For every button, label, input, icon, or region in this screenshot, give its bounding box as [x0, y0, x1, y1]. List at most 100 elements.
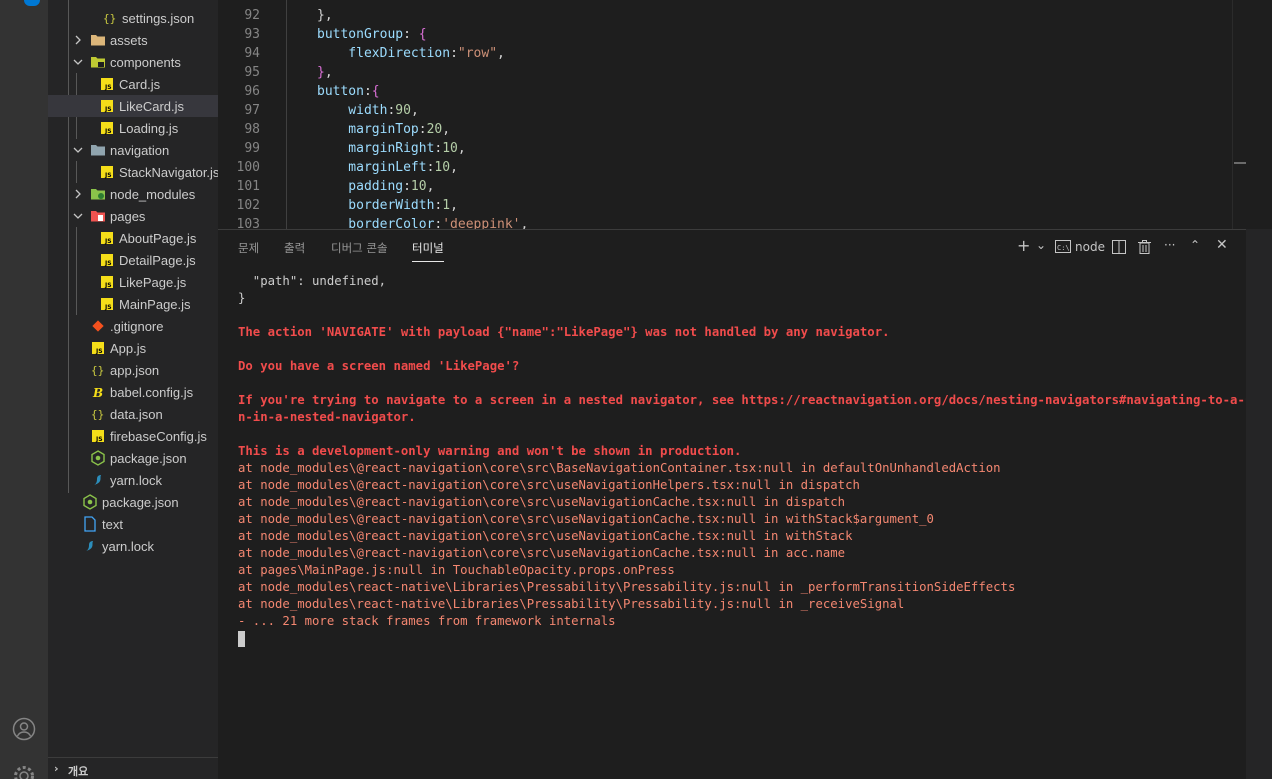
code-text: marginLeft:10, [317, 160, 458, 175]
sidebar-item[interactable]: JS StackNavigator.js [48, 161, 218, 183]
maximize-panel-chevron-up-icon[interactable]: ⌃ [1190, 238, 1200, 254]
code-text: padding:10, [317, 179, 435, 194]
sidebar-item[interactable]: yarn.lock [48, 469, 218, 491]
stack-frame-line: at node_modules\@react-navigation\core\s… [238, 546, 846, 560]
sidebar-item[interactable]: {} settings.json [48, 7, 218, 29]
js-file-icon: JS [99, 164, 115, 180]
stack-frame-line: at node_modules\react-native\Libraries\P… [238, 597, 905, 611]
chevron-down-icon[interactable] [70, 208, 86, 224]
new-terminal-plus-icon[interactable]: + [1017, 236, 1030, 255]
sidebar-item[interactable]: yarn.lock [48, 535, 218, 557]
sidebar-item-label: LikeCard.js [119, 99, 185, 114]
code-line[interactable]: 99 marginRight:10, [218, 139, 1272, 158]
outline-label: 개요 [68, 765, 89, 778]
sidebar-item[interactable]: assets [48, 29, 218, 51]
sidebar-item[interactable]: JS App.js [48, 337, 218, 359]
code-line[interactable]: 97 width:90, [218, 101, 1272, 120]
sidebar-item[interactable]: pages [48, 205, 218, 227]
chevron-right-icon[interactable] [70, 186, 86, 202]
sidebar-item[interactable]: text [48, 513, 218, 535]
yarn-icon [90, 472, 106, 488]
sidebar-item[interactable]: {} data.json [48, 403, 218, 425]
sidebar-item-label: node_modules [110, 187, 196, 202]
sidebar-item-label: MainPage.js [119, 297, 191, 312]
svg-text:JS: JS [104, 260, 112, 267]
code-line[interactable]: 100 marginLeft:10, [218, 158, 1272, 177]
svg-text:{}: {} [91, 408, 104, 421]
svg-text:{}: {} [103, 12, 116, 25]
code-line[interactable]: 92}, [218, 6, 1272, 25]
sidebar-item[interactable]: components [48, 51, 218, 73]
line-number: 98 [244, 122, 260, 137]
chevron-right-icon[interactable] [70, 32, 86, 48]
sidebar-item[interactable]: navigation [48, 139, 218, 161]
code-line[interactable]: 94 flexDirection:"row", [218, 44, 1272, 63]
line-number: 92 [244, 8, 260, 23]
sidebar-item-label: navigation [110, 143, 170, 158]
terminal-line: "path": undefined, [238, 274, 387, 288]
code-text: marginTop:20, [317, 122, 451, 137]
node-package-icon [82, 494, 98, 510]
terminal-line: } [238, 291, 246, 305]
tab-debug-console[interactable]: 디버그 콘솔 [331, 240, 388, 262]
svg-text:C:\: C:\ [1057, 244, 1070, 252]
folder-icon [90, 32, 106, 48]
code-text: button:{ [317, 84, 380, 99]
stack-frame-line: at node_modules\@react-navigation\core\s… [238, 461, 1001, 475]
js-file-icon: JS [99, 296, 115, 312]
sidebar-item[interactable]: JS DetailPage.js [48, 249, 218, 271]
js-file-icon: JS [99, 252, 115, 268]
js-file-icon: JS [99, 98, 115, 114]
code-line[interactable]: 103 borderColor:'deeppink', [218, 215, 1272, 229]
sidebar-item-label: pages [110, 209, 146, 224]
sidebar-item-label: LikePage.js [119, 275, 187, 290]
tab-problems[interactable]: 문제 [238, 240, 259, 262]
sidebar-item-label: .gitignore [110, 319, 164, 334]
outline-section[interactable]: › 개요 [48, 757, 218, 779]
stack-frame-line: at node_modules\@react-navigation\core\s… [238, 478, 860, 492]
code-line[interactable]: 101 padding:10, [218, 177, 1272, 196]
sidebar-item[interactable]: JS Card.js [48, 73, 218, 95]
code-line[interactable]: 93 buttonGroup: { [218, 25, 1272, 44]
sidebar-item[interactable]: JS Loading.js [48, 117, 218, 139]
sidebar-item[interactable]: JS LikeCard.js [48, 95, 218, 117]
folder-components-icon [90, 54, 106, 70]
terminal-line: The action 'NAVIGATE' with payload {"nam… [238, 325, 890, 339]
sidebar-item[interactable]: JS firebaseConfig.js [48, 425, 218, 447]
line-number: 99 [244, 141, 260, 156]
explorer-sidebar: › 개요 {} settings.json assets components JS Ca… [48, 0, 218, 779]
code-text: marginRight:10, [317, 141, 466, 156]
sidebar-item[interactable]: Bbabel.config.js [48, 381, 218, 403]
sidebar-item[interactable]: package.json [48, 447, 218, 469]
code-line[interactable]: 95}, [218, 63, 1272, 82]
sidebar-item[interactable]: package.json [48, 491, 218, 513]
js-file-icon: JS [99, 76, 115, 92]
code-line[interactable]: 102 borderWidth:1, [218, 196, 1272, 215]
sidebar-item[interactable]: {} app.json [48, 359, 218, 381]
chevron-down-icon[interactable]: ⌄ [1036, 238, 1046, 254]
split-terminal-icon[interactable] [1112, 240, 1126, 256]
manage-gear-icon[interactable] [12, 764, 36, 779]
code-line[interactable]: 96 button:{ [218, 82, 1272, 101]
sidebar-item[interactable]: JS MainPage.js [48, 293, 218, 315]
sidebar-item[interactable]: JS AboutPage.js [48, 227, 218, 249]
sidebar-item[interactable]: node_modules [48, 183, 218, 205]
code-editor[interactable]: 92}, 93 buttonGroup: {94 flexDirection:"ro… [218, 0, 1272, 229]
tab-terminal[interactable]: 터미널 [412, 240, 444, 262]
svg-text:JS: JS [95, 348, 103, 355]
sidebar-item[interactable]: .gitignore [48, 315, 218, 337]
more-actions-icon[interactable]: ··· [1164, 238, 1175, 254]
sidebar-item-label: assets [110, 33, 148, 48]
sidebar-item[interactable]: JS LikePage.js [48, 271, 218, 293]
terminal-name[interactable]: node [1075, 240, 1105, 256]
trash-icon[interactable] [1138, 240, 1151, 256]
chevron-down-icon[interactable] [70, 54, 86, 70]
tab-output[interactable]: 출력 [284, 240, 305, 262]
chevron-down-icon[interactable] [70, 142, 86, 158]
terminal-line: This is a development-only warning and w… [238, 444, 742, 458]
close-panel-icon[interactable]: ✕ [1216, 237, 1228, 253]
stack-frame-line: at node_modules\@react-navigation\core\s… [238, 512, 934, 526]
code-line[interactable]: 98 marginTop:20, [218, 120, 1272, 139]
account-icon[interactable] [12, 717, 36, 741]
stack-frame-line: at node_modules\react-native\Libraries\P… [238, 580, 1016, 594]
